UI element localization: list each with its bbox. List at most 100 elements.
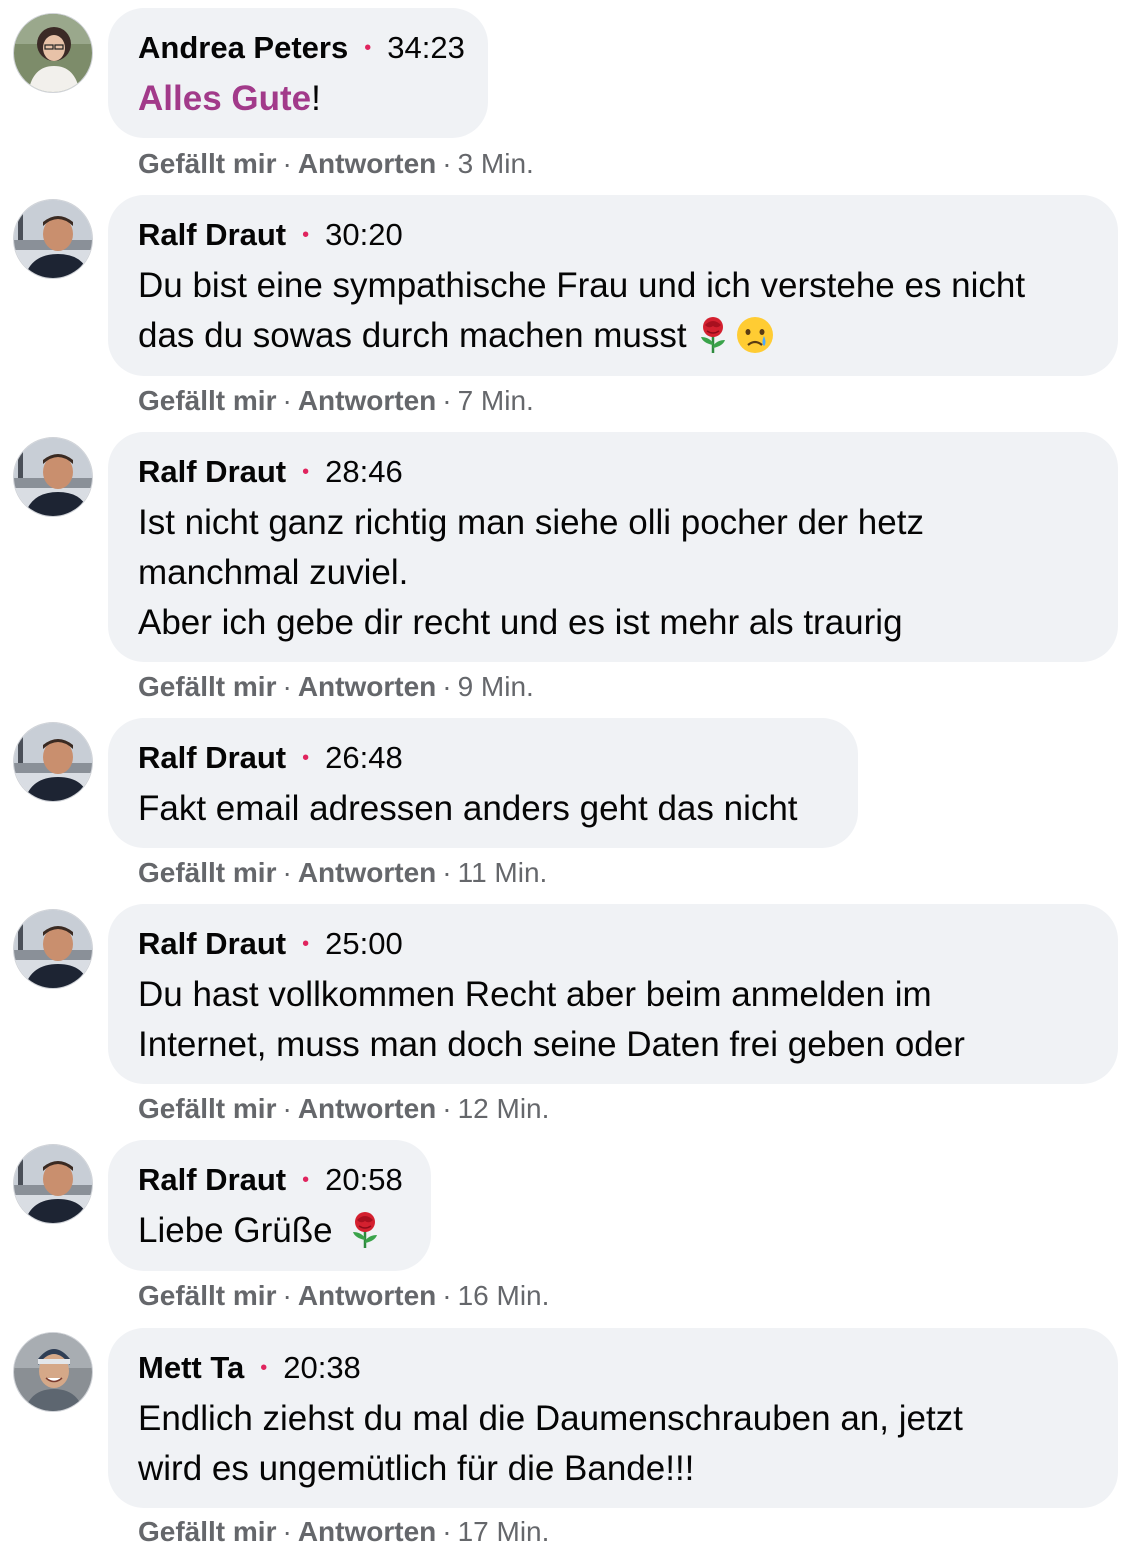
author-name[interactable]: Ralf Draut	[138, 452, 286, 492]
avatar[interactable]	[13, 1332, 93, 1412]
action-separator: ·	[442, 148, 452, 179]
action-separator: ·	[282, 385, 292, 416]
comment-bubble: Ralf Draut • 26:48 Fakt email adressen a…	[108, 718, 858, 848]
separator-dot: •	[260, 1357, 268, 1379]
comment-actions: Gefällt mir · Antworten · 9 Min.	[138, 669, 534, 705]
action-separator: ·	[442, 1093, 452, 1124]
separator-dot: •	[302, 224, 310, 246]
timecode-link[interactable]: 30:20	[325, 215, 403, 255]
reply-button[interactable]: Antworten	[298, 1093, 436, 1124]
comment-text-body: Du bist eine sympathische Frau und ich v…	[138, 266, 1026, 355]
comment-age[interactable]: 7 Min.	[458, 385, 534, 416]
timecode-link[interactable]: 26:48	[325, 738, 403, 778]
author-name[interactable]: Ralf Draut	[138, 215, 286, 255]
comment-text: Alles Gute!	[138, 74, 458, 124]
like-button[interactable]: Gefällt mir	[138, 1280, 276, 1311]
comment-age[interactable]: 12 Min.	[458, 1093, 550, 1124]
timecode-link[interactable]: 20:38	[283, 1348, 361, 1388]
separator-dot: •	[302, 1169, 310, 1191]
avatar[interactable]	[13, 437, 93, 517]
reply-button[interactable]: Antworten	[298, 857, 436, 888]
like-button[interactable]: Gefällt mir	[138, 148, 276, 179]
action-separator: ·	[442, 1280, 452, 1311]
comment-header: Ralf Draut • 26:48	[138, 738, 828, 782]
comment-bubble: Ralf Draut • 28:46 Ist nicht ganz richti…	[108, 432, 1118, 662]
highlighted-text: Alles Gute	[138, 79, 312, 118]
timecode-link[interactable]: 28:46	[325, 452, 403, 492]
rose-emoji	[345, 1210, 385, 1250]
comment-header: Ralf Draut • 25:00	[138, 924, 1088, 968]
comment-bubble: Ralf Draut • 30:20 Du bist eine sympathi…	[108, 195, 1118, 376]
comment-text-body: Liebe Grüße	[138, 1211, 333, 1250]
avatar-ralf-draut	[14, 910, 93, 989]
rose-emoji	[693, 315, 733, 355]
comment-header: Mett Ta • 20:38	[138, 1348, 1088, 1392]
reply-button[interactable]: Antworten	[298, 385, 436, 416]
comment-age[interactable]: 9 Min.	[458, 671, 534, 702]
comment-text: Liebe Grüße	[138, 1206, 401, 1256]
comment-bubble: Ralf Draut • 20:58 Liebe Grüße	[108, 1140, 431, 1271]
reply-button[interactable]: Antworten	[298, 1516, 436, 1547]
avatar-mett-ta	[14, 1333, 93, 1412]
separator-dot: •	[302, 461, 310, 483]
reply-button[interactable]: Antworten	[298, 1280, 436, 1311]
avatar[interactable]	[13, 909, 93, 989]
comment-text-rest: !	[311, 79, 321, 118]
action-separator: ·	[282, 671, 292, 702]
author-name[interactable]: Ralf Draut	[138, 738, 286, 778]
action-separator: ·	[282, 857, 292, 888]
comment-age[interactable]: 17 Min.	[458, 1516, 550, 1547]
action-separator: ·	[442, 671, 452, 702]
action-separator: ·	[282, 1516, 292, 1547]
comment-text: Du hast vollkommen Recht aber beim anmel…	[138, 975, 965, 1064]
action-separator: ·	[282, 148, 292, 179]
timecode-link[interactable]: 20:58	[325, 1160, 403, 1200]
timecode-link[interactable]: 34:23	[387, 28, 465, 68]
timecode-link[interactable]: 25:00	[325, 924, 403, 964]
comment-text: Du bist eine sympathische Frau und ich v…	[138, 261, 1088, 361]
like-button[interactable]: Gefällt mir	[138, 671, 276, 702]
comment-header: Ralf Draut • 28:46	[138, 452, 1088, 496]
comment-text: Ist nicht ganz richtig man siehe olli po…	[138, 503, 924, 642]
action-separator: ·	[282, 1093, 292, 1124]
comment-age[interactable]: 16 Min.	[458, 1280, 550, 1311]
comment-actions: Gefällt mir · Antworten · 7 Min.	[138, 383, 534, 419]
comment-actions: Gefällt mir · Antworten · 11 Min.	[138, 855, 547, 891]
comment-bubble: Ralf Draut • 25:00 Du hast vollkommen Re…	[108, 904, 1118, 1084]
comment-text: Fakt email adressen anders geht das nich…	[138, 789, 798, 828]
action-separator: ·	[442, 385, 452, 416]
action-separator: ·	[442, 857, 452, 888]
comment-actions: Gefällt mir · Antworten · 3 Min.	[138, 146, 534, 182]
action-separator: ·	[282, 1280, 292, 1311]
avatar-andrea-peters	[14, 14, 93, 93]
like-button[interactable]: Gefällt mir	[138, 1093, 276, 1124]
avatar-ralf-draut	[14, 1145, 93, 1224]
avatar[interactable]	[13, 13, 93, 93]
action-separator: ·	[442, 1516, 452, 1547]
comment-actions: Gefällt mir · Antworten · 16 Min.	[138, 1278, 549, 1314]
comment-age[interactable]: 11 Min.	[458, 857, 548, 888]
like-button[interactable]: Gefällt mir	[138, 385, 276, 416]
comment-header: Andrea Peters • 34:23	[138, 28, 465, 72]
comment-bubble: Andrea Peters • 34:23 Alles Gute!	[108, 8, 488, 138]
author-name[interactable]: Mett Ta	[138, 1348, 244, 1388]
reply-button[interactable]: Antworten	[298, 671, 436, 702]
avatar[interactable]	[13, 199, 93, 279]
separator-dot: •	[302, 933, 310, 955]
like-button[interactable]: Gefällt mir	[138, 1516, 276, 1547]
comment-actions: Gefällt mir · Antworten · 17 Min.	[138, 1514, 549, 1550]
comment-header: Ralf Draut • 30:20	[138, 215, 1088, 259]
comment-text: Endlich ziehst du mal die Daumenschraube…	[138, 1399, 963, 1488]
avatar[interactable]	[13, 1144, 93, 1224]
comment-age[interactable]: 3 Min.	[458, 148, 534, 179]
author-name[interactable]: Ralf Draut	[138, 924, 286, 964]
avatar-ralf-draut	[14, 438, 93, 517]
avatar[interactable]	[13, 722, 93, 802]
author-name[interactable]: Andrea Peters	[138, 28, 348, 68]
comment-bubble: Mett Ta • 20:38 Endlich ziehst du mal di…	[108, 1328, 1118, 1508]
reply-button[interactable]: Antworten	[298, 148, 436, 179]
avatar-ralf-draut	[14, 200, 93, 279]
like-button[interactable]: Gefällt mir	[138, 857, 276, 888]
author-name[interactable]: Ralf Draut	[138, 1160, 286, 1200]
avatar-ralf-draut	[14, 723, 93, 802]
